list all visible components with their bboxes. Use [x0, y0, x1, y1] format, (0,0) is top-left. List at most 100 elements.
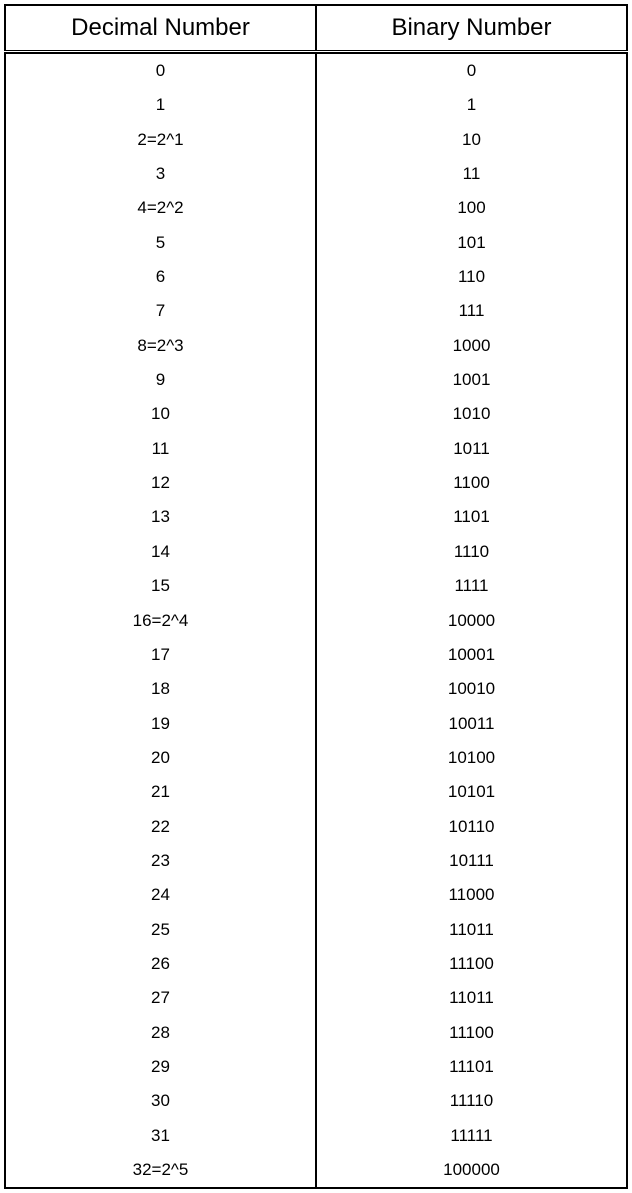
binary-cell: 11111: [316, 1119, 627, 1153]
decimal-cell: 9: [5, 363, 316, 397]
decimal-cell: 19: [5, 707, 316, 741]
table-row: 4=2^2100: [5, 191, 627, 225]
binary-cell: 1100: [316, 466, 627, 500]
decimal-cell: 15: [5, 569, 316, 603]
table-row: 3111111: [5, 1119, 627, 1153]
decimal-cell: 0: [5, 54, 316, 89]
header-decimal: Decimal Number: [5, 5, 316, 52]
decimal-cell: 32=2^5: [5, 1153, 316, 1188]
binary-cell: 10110: [316, 810, 627, 844]
header-binary: Binary Number: [316, 5, 627, 52]
table-row: 7111: [5, 294, 627, 328]
binary-cell: 101: [316, 226, 627, 260]
decimal-cell: 3: [5, 157, 316, 191]
decimal-cell: 25: [5, 913, 316, 947]
binary-cell: 11100: [316, 947, 627, 981]
binary-cell: 11100: [316, 1016, 627, 1050]
decimal-cell: 10: [5, 397, 316, 431]
binary-cell: 100: [316, 191, 627, 225]
table-row: 2411000: [5, 878, 627, 912]
decimal-cell: 1: [5, 88, 316, 122]
binary-cell: 11110: [316, 1084, 627, 1118]
table-row: 2010100: [5, 741, 627, 775]
table-row: 2711011: [5, 981, 627, 1015]
decimal-cell: 17: [5, 638, 316, 672]
binary-cell: 10101: [316, 775, 627, 809]
table-row: 5101: [5, 226, 627, 260]
decimal-cell: 20: [5, 741, 316, 775]
binary-cell: 1011: [316, 432, 627, 466]
table-row: 16=2^410000: [5, 604, 627, 638]
decimal-cell: 16=2^4: [5, 604, 316, 638]
decimal-cell: 31: [5, 1119, 316, 1153]
decimal-cell: 22: [5, 810, 316, 844]
binary-cell: 11011: [316, 913, 627, 947]
binary-cell: 10011: [316, 707, 627, 741]
binary-cell: 0: [316, 54, 627, 89]
table-row: 2310111: [5, 844, 627, 878]
binary-cell: 10100: [316, 741, 627, 775]
table-row: 2110101: [5, 775, 627, 809]
table-row: 11: [5, 88, 627, 122]
table-row: 101010: [5, 397, 627, 431]
binary-cell: 1101: [316, 500, 627, 534]
table-row: 2210110: [5, 810, 627, 844]
binary-cell: 11000: [316, 878, 627, 912]
binary-cell: 110: [316, 260, 627, 294]
table-row: 6110: [5, 260, 627, 294]
binary-cell: 1010: [316, 397, 627, 431]
binary-cell: 111: [316, 294, 627, 328]
table-row: 111011: [5, 432, 627, 466]
decimal-cell: 26: [5, 947, 316, 981]
decimal-cell: 29: [5, 1050, 316, 1084]
table-row: 2=2^110: [5, 123, 627, 157]
table-row: 131101: [5, 500, 627, 534]
decimal-cell: 12: [5, 466, 316, 500]
decimal-cell: 14: [5, 535, 316, 569]
decimal-cell: 6: [5, 260, 316, 294]
binary-cell: 1110: [316, 535, 627, 569]
table-row: 32=2^5100000: [5, 1153, 627, 1188]
decimal-cell: 5: [5, 226, 316, 260]
table-row: 141110: [5, 535, 627, 569]
binary-cell: 10: [316, 123, 627, 157]
table-row: 1910011: [5, 707, 627, 741]
table-row: 00: [5, 54, 627, 89]
binary-cell: 100000: [316, 1153, 627, 1188]
binary-cell: 11: [316, 157, 627, 191]
table-row: 121100: [5, 466, 627, 500]
decimal-cell: 23: [5, 844, 316, 878]
binary-cell: 1001: [316, 363, 627, 397]
table-row: 2911101: [5, 1050, 627, 1084]
decimal-cell: 2=2^1: [5, 123, 316, 157]
table-row: 1810010: [5, 672, 627, 706]
decimal-cell: 18: [5, 672, 316, 706]
table-row: 3011110: [5, 1084, 627, 1118]
binary-cell: 1: [316, 88, 627, 122]
binary-cell: 11011: [316, 981, 627, 1015]
decimal-cell: 24: [5, 878, 316, 912]
decimal-cell: 11: [5, 432, 316, 466]
decimal-cell: 7: [5, 294, 316, 328]
table-header-row: Decimal Number Binary Number: [5, 5, 627, 52]
binary-cell: 1000: [316, 329, 627, 363]
table-row: 91001: [5, 363, 627, 397]
decimal-binary-table: Decimal Number Binary Number 00112=2^110…: [4, 4, 628, 1189]
decimal-cell: 8=2^3: [5, 329, 316, 363]
decimal-cell: 4=2^2: [5, 191, 316, 225]
table-row: 1710001: [5, 638, 627, 672]
decimal-cell: 30: [5, 1084, 316, 1118]
decimal-cell: 27: [5, 981, 316, 1015]
decimal-cell: 28: [5, 1016, 316, 1050]
binary-cell: 1111: [316, 569, 627, 603]
binary-cell: 11101: [316, 1050, 627, 1084]
decimal-cell: 13: [5, 500, 316, 534]
decimal-cell: 21: [5, 775, 316, 809]
table-row: 2811100: [5, 1016, 627, 1050]
binary-cell: 10010: [316, 672, 627, 706]
binary-cell: 10000: [316, 604, 627, 638]
table-row: 2611100: [5, 947, 627, 981]
table-row: 2511011: [5, 913, 627, 947]
table-row: 311: [5, 157, 627, 191]
table-row: 151111: [5, 569, 627, 603]
